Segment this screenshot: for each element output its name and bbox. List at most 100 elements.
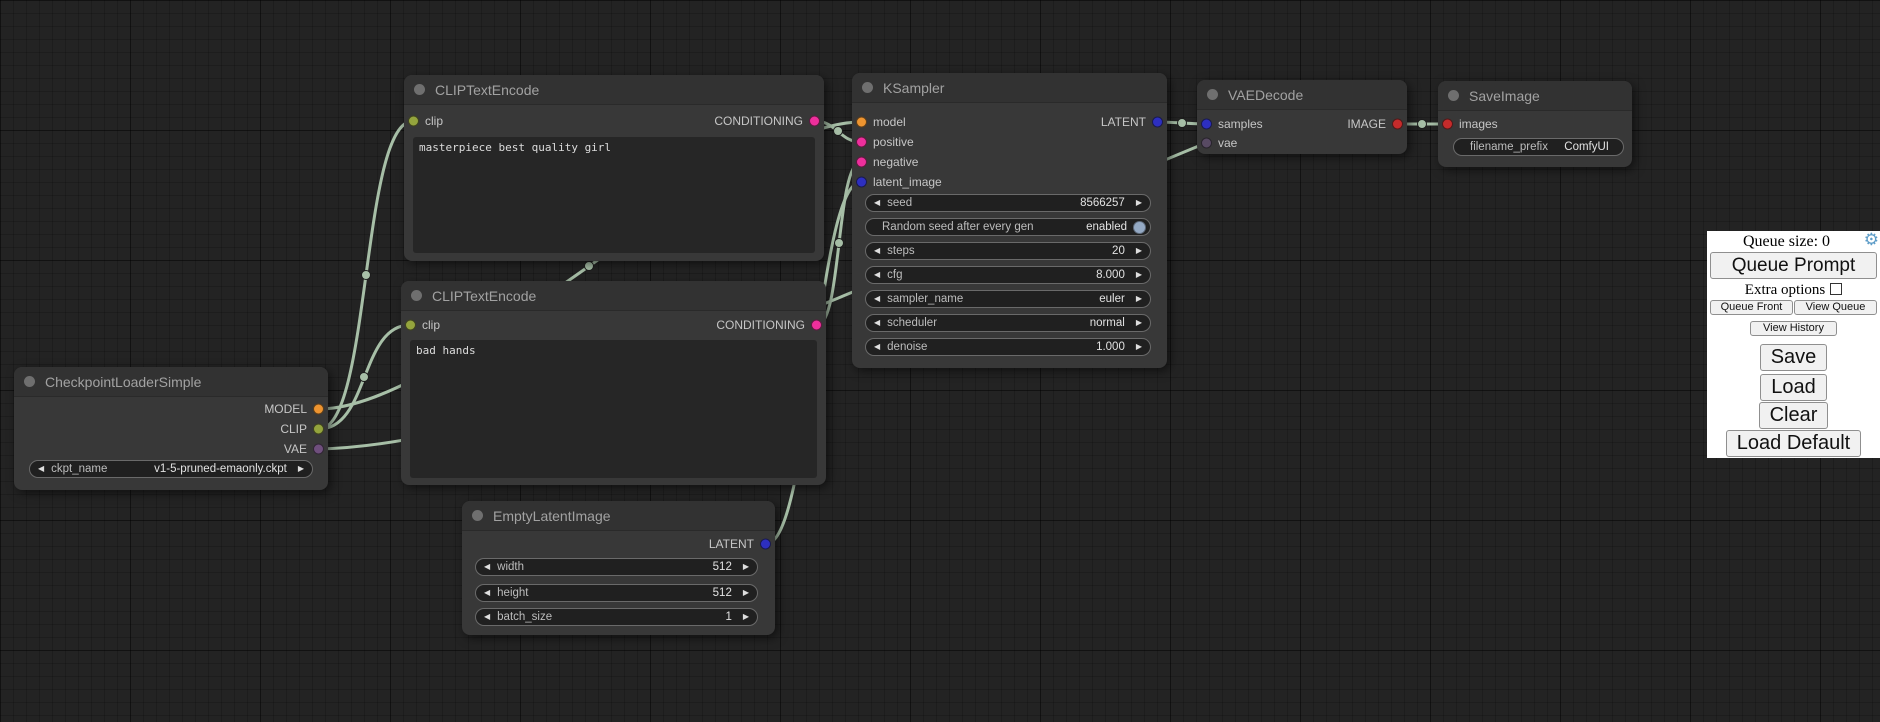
seed-widget[interactable]: ◀ seed 8566257 ▶ — [865, 194, 1151, 212]
node-vae-decode[interactable]: VAEDecode samples IMAGE vae — [1197, 80, 1407, 154]
positive-input-slot[interactable] — [856, 137, 867, 148]
samples-input-slot[interactable] — [1201, 119, 1212, 130]
decrement-arrow-icon[interactable]: ◀ — [874, 295, 880, 303]
output-label: LATENT — [709, 537, 754, 551]
steps-widget[interactable]: ◀ steps 20 ▶ — [865, 242, 1151, 260]
increment-arrow-icon[interactable]: ▶ — [1136, 295, 1142, 303]
load-button[interactable]: Load — [1760, 374, 1827, 401]
prompt-textarea[interactable]: masterpiece best quality girl — [413, 137, 815, 253]
cfg-widget[interactable]: ◀ cfg 8.000 ▶ — [865, 266, 1151, 284]
increment-arrow-icon[interactable]: ▶ — [1136, 247, 1142, 255]
node-collapse-dot[interactable] — [411, 290, 422, 301]
node-title-bar[interactable]: CheckpointLoaderSimple — [14, 367, 328, 397]
node-title: VAEDecode — [1228, 87, 1303, 103]
node-collapse-dot[interactable] — [862, 82, 873, 93]
sampler-name-widget[interactable]: ◀ sampler_name euler ▶ — [865, 290, 1151, 308]
node-title-bar[interactable]: CLIPTextEncode — [401, 281, 826, 311]
decrement-arrow-icon[interactable]: ◀ — [484, 589, 490, 597]
queue-prompt-button[interactable]: Queue Prompt — [1710, 252, 1877, 279]
node-title-bar[interactable]: EmptyLatentImage — [462, 501, 775, 531]
node-clip-text-encode-positive[interactable]: CLIPTextEncode clip CONDITIONING masterp… — [404, 75, 824, 261]
negative-input-slot[interactable] — [856, 157, 867, 168]
decrement-arrow-icon[interactable]: ◀ — [38, 465, 44, 473]
input-label: clip — [422, 318, 440, 332]
node-title: CLIPTextEncode — [432, 288, 536, 304]
node-collapse-dot[interactable] — [24, 376, 35, 387]
node-title-bar[interactable]: KSampler — [852, 73, 1167, 103]
node-collapse-dot[interactable] — [1448, 90, 1459, 101]
view-queue-button[interactable]: View Queue — [1794, 300, 1877, 315]
save-button[interactable]: Save — [1760, 344, 1828, 371]
output-label: MODEL — [264, 402, 307, 416]
increment-arrow-icon[interactable]: ▶ — [298, 465, 304, 473]
conditioning-output-slot[interactable] — [811, 320, 822, 331]
height-widget[interactable]: ◀ height 512 ▶ — [475, 584, 758, 602]
latent-image-input-slot[interactable] — [856, 177, 867, 188]
batch-size-widget[interactable]: ◀ batch_size 1 ▶ — [475, 608, 758, 626]
clip-input-slot[interactable] — [405, 320, 416, 331]
increment-arrow-icon[interactable]: ▶ — [1136, 343, 1142, 351]
random-seed-widget[interactable]: Random seed after every gen enabled — [865, 218, 1151, 236]
decrement-arrow-icon[interactable]: ◀ — [484, 613, 490, 621]
conditioning-output-slot[interactable] — [809, 116, 820, 127]
scheduler-widget[interactable]: ◀ scheduler normal ▶ — [865, 314, 1151, 332]
node-title-bar[interactable]: SaveImage — [1438, 81, 1632, 111]
width-widget[interactable]: ◀ width 512 ▶ — [475, 558, 758, 576]
decrement-arrow-icon[interactable]: ◀ — [874, 271, 880, 279]
widget-label: cfg — [887, 269, 902, 281]
node-collapse-dot[interactable] — [1207, 89, 1218, 100]
node-title-bar[interactable]: CLIPTextEncode — [404, 75, 824, 105]
increment-arrow-icon[interactable]: ▶ — [743, 613, 749, 621]
increment-arrow-icon[interactable]: ▶ — [1136, 319, 1142, 327]
image-output-slot[interactable] — [1392, 119, 1403, 130]
node-title-bar[interactable]: VAEDecode — [1197, 80, 1407, 110]
ckpt-name-widget[interactable]: ◀ ckpt_name v1-5-pruned-emaonly.ckpt ▶ — [29, 460, 313, 478]
widget-value: 8.000 — [1096, 269, 1125, 281]
vae-output-slot[interactable] — [313, 444, 324, 455]
node-empty-latent-image[interactable]: EmptyLatentImage LATENT ◀ width 512 ▶ ◀ … — [462, 501, 775, 635]
widget-value: 1 — [725, 611, 731, 623]
clear-button[interactable]: Clear — [1759, 402, 1829, 429]
widget-label: ckpt_name — [51, 463, 107, 475]
filename-prefix-widget[interactable]: filename_prefix ComfyUI — [1453, 138, 1624, 156]
increment-arrow-icon[interactable]: ▶ — [1136, 271, 1142, 279]
latent-output-slot[interactable] — [760, 539, 771, 550]
node-save-image[interactable]: SaveImage images filename_prefix ComfyUI — [1438, 81, 1632, 167]
vae-input-slot[interactable] — [1201, 138, 1212, 149]
clip-input-slot[interactable] — [408, 116, 419, 127]
decrement-arrow-icon[interactable]: ◀ — [874, 319, 880, 327]
comfyui-canvas[interactable]: { "nodes": { "checkpoint_loader": { "tit… — [0, 0, 1880, 722]
output-label: CONDITIONING — [714, 114, 803, 128]
node-ksampler[interactable]: KSampler model LATENT positive negative … — [852, 73, 1167, 368]
increment-arrow-icon[interactable]: ▶ — [1136, 199, 1142, 207]
slot-row-vae: vae — [1197, 133, 1407, 153]
node-collapse-dot[interactable] — [472, 510, 483, 521]
output-row-clip: CLIP — [14, 419, 328, 439]
node-checkpoint-loader-simple[interactable]: CheckpointLoaderSimple MODEL CLIP VAE ◀ … — [14, 367, 328, 490]
node-clip-text-encode-negative[interactable]: CLIPTextEncode clip CONDITIONING bad han… — [401, 281, 826, 485]
settings-gear-icon[interactable]: ⚙ — [1864, 231, 1879, 248]
widget-label: scheduler — [887, 317, 937, 329]
increment-arrow-icon[interactable]: ▶ — [743, 589, 749, 597]
clip-output-slot[interactable] — [313, 424, 324, 435]
decrement-arrow-icon[interactable]: ◀ — [484, 563, 490, 571]
node-collapse-dot[interactable] — [414, 84, 425, 95]
link-midpoint-dot — [1418, 120, 1427, 129]
images-input-slot[interactable] — [1442, 119, 1453, 130]
prompt-textarea[interactable]: bad hands — [410, 340, 817, 478]
decrement-arrow-icon[interactable]: ◀ — [874, 247, 880, 255]
link-midpoint-dot — [585, 262, 594, 271]
increment-arrow-icon[interactable]: ▶ — [743, 563, 749, 571]
extra-options-checkbox[interactable] — [1830, 283, 1842, 295]
model-input-slot[interactable] — [856, 117, 867, 128]
decrement-arrow-icon[interactable]: ◀ — [874, 199, 880, 207]
decrement-arrow-icon[interactable]: ◀ — [874, 343, 880, 351]
latent-output-slot[interactable] — [1152, 117, 1163, 128]
load-default-button[interactable]: Load Default — [1726, 430, 1861, 457]
output-row-model: MODEL — [14, 399, 328, 419]
queue-front-button[interactable]: Queue Front — [1710, 300, 1793, 315]
denoise-widget[interactable]: ◀ denoise 1.000 ▶ — [865, 338, 1151, 356]
random-seed-toggle[interactable] — [1133, 221, 1146, 234]
view-history-button[interactable]: View History — [1750, 321, 1837, 336]
model-output-slot[interactable] — [313, 404, 324, 415]
